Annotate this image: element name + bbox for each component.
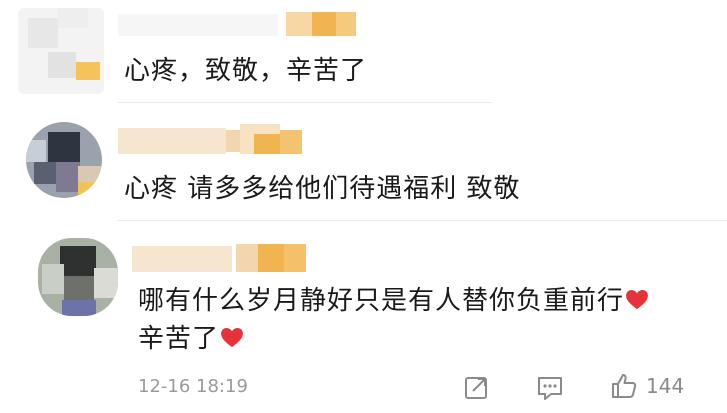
- comment-text-line2: 辛苦了: [138, 322, 243, 356]
- avatar[interactable]: [38, 238, 118, 316]
- avatar[interactable]: [18, 8, 104, 94]
- share-icon: [465, 377, 487, 399]
- username-blurred[interactable]: [118, 10, 358, 40]
- avatar[interactable]: [26, 122, 102, 198]
- comment-button[interactable]: [536, 374, 564, 402]
- share-button[interactable]: [464, 374, 490, 400]
- username-blurred[interactable]: [118, 122, 318, 158]
- heart-icon: [626, 289, 648, 309]
- comment-timestamp: 12-16 18:19: [138, 376, 248, 397]
- like-button[interactable]: 144: [610, 372, 684, 400]
- comment-divider: [118, 102, 492, 103]
- comment-text-line1: 哪有什么岁月静好只是有人替你负重前行: [138, 284, 648, 318]
- username-blurred[interactable]: [132, 240, 332, 276]
- comment-icon: [538, 377, 562, 400]
- comment-text: 心疼，致敬，辛苦了: [124, 56, 368, 86]
- thumbs-up-icon: [612, 374, 637, 398]
- comment-text: 心疼 请多多给他们待遇福利 致敬: [124, 174, 521, 204]
- heart-icon: [221, 327, 243, 347]
- comment-divider: [118, 220, 727, 221]
- like-count: 144: [646, 374, 685, 398]
